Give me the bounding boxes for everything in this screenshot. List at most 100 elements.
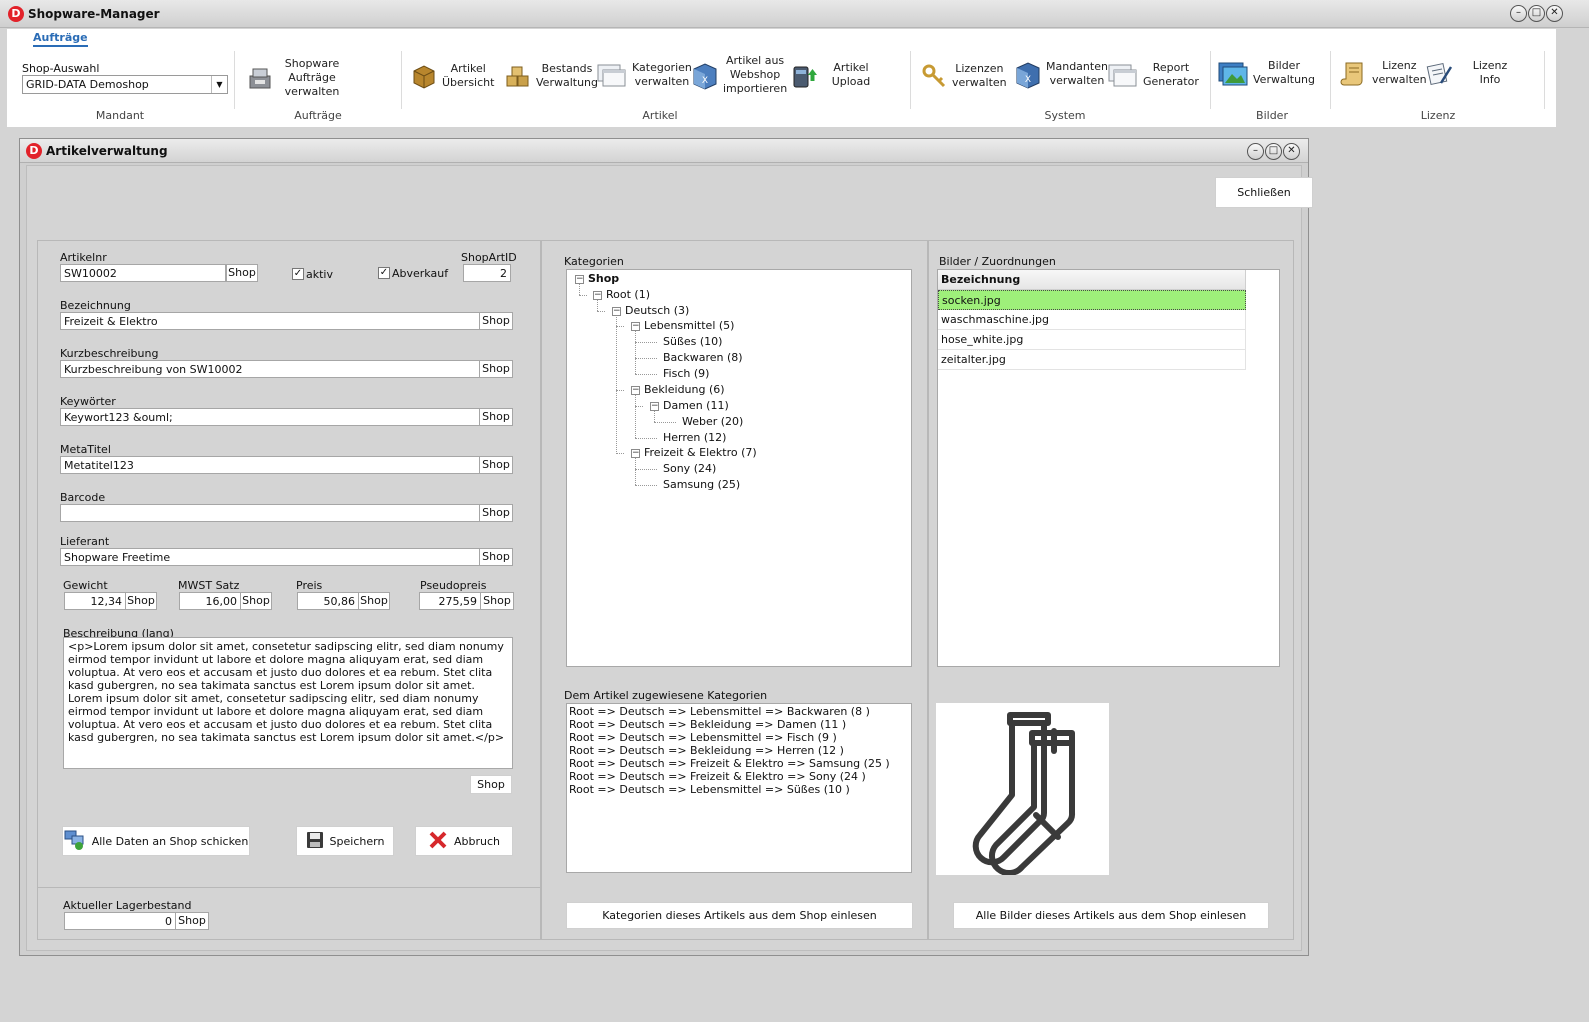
beschreibung-shop-button[interactable]: Shop [470,775,512,794]
tree-toggle-root[interactable]: − [593,291,602,300]
send-all-button[interactable]: Alle Daten an Shop schicken [62,826,250,856]
list-item[interactable]: Root => Deutsch => Freizeit & Elektro =>… [569,770,909,783]
auftraege-verwalten-button[interactable]: Shopware Aufträge verwalten [247,57,345,99]
tree-toggle-deutsch[interactable]: − [612,307,621,316]
list-item[interactable]: Root => Deutsch => Lebensmittel => Süßes… [569,783,909,796]
bezeichnung-field[interactable]: Freizeit & Elektro [60,312,480,330]
tree-node-root[interactable]: Root (1) [606,288,650,301]
assigned-categories-list[interactable]: Root => Deutsch => Lebensmittel => Backw… [566,703,912,873]
metatitel-shop-button[interactable]: Shop [479,456,513,474]
aktiv-checkbox[interactable]: ✓ [292,268,304,280]
tree-toggle-bekleidung[interactable]: − [631,386,640,395]
pseudopreis-shop-button[interactable]: Shop [480,592,514,610]
kurzbeschreibung-field[interactable]: Kurzbeschreibung von SW10002 [60,360,480,378]
scroll-icon [1340,59,1368,87]
barcode-field[interactable] [60,504,480,522]
table-row[interactable]: waschmaschine.jpg [938,310,1246,330]
minimize-icon[interactable]: – [1510,5,1527,22]
tree-node-samsung[interactable]: Samsung (25) [663,478,740,491]
table-row[interactable]: hose_white.jpg [938,330,1246,350]
tree-node-weber[interactable]: Weber (20) [682,415,743,428]
kurzbeschreibung-shop-button[interactable]: Shop [479,360,513,378]
subwindow-minimize-icon[interactable]: – [1247,143,1264,160]
tree-node-bekleidung[interactable]: Bekleidung (6) [644,383,725,396]
article-form-panel: Artikelnr SW10002 Shop ✓ aktiv ✓ Abverka… [37,240,541,940]
tree-node-lebensmittel[interactable]: Lebensmittel (5) [644,319,734,332]
bilder-verwaltung-button[interactable]: Bilder Verwaltung [1217,59,1315,87]
lizenz-info-button[interactable]: Lizenz Info [1425,59,1523,87]
lieferant-shop-button[interactable]: Shop [479,548,513,566]
pseudopreis-field[interactable]: 275,59 [419,592,481,610]
tree-node-backwaren[interactable]: Backwaren (8) [663,351,743,364]
mandanten-verwalten-button[interactable]: X Mandanten verwalten [1014,60,1108,89]
lagerbestand-shop-button[interactable]: Shop [175,912,209,930]
keywoerter-shop-button[interactable]: Shop [479,408,513,426]
maximize-icon[interactable]: □ [1528,5,1545,22]
mwst-field[interactable]: 16,00 [179,592,241,610]
tree-node-sony[interactable]: Sony (24) [663,462,716,475]
read-images-button[interactable]: Alle Bilder dieses Artikels aus dem Shop… [953,902,1269,929]
bestands-verwaltung-button[interactable]: Bestands Verwaltung [504,62,598,90]
tree-node-deutsch[interactable]: Deutsch (3) [625,304,689,317]
artikelnr-shop-button[interactable]: Shop [226,264,258,282]
tree-node-herren[interactable]: Herren (12) [663,431,726,444]
bezeichnung-shop-button[interactable]: Shop [479,312,513,330]
auftraege-verwalten-label: Shopware Aufträge verwalten [284,57,340,98]
tree-toggle-shop[interactable]: − [575,275,584,284]
close-icon[interactable]: ✕ [1546,5,1563,22]
shop-select[interactable]: GRID-DATA Demoshop ▼ [22,75,228,94]
artikel-upload-button[interactable]: Artikel Upload [791,61,879,89]
lizenz-verwalten-button[interactable]: Lizenz verwalten [1340,59,1427,87]
gewicht-shop-button[interactable]: Shop [125,592,157,610]
column-header-bezeichnung[interactable]: Bezeichnung [938,270,1246,290]
save-label: Speichern [329,834,385,848]
list-item[interactable]: Root => Deutsch => Bekleidung => Damen (… [569,718,909,731]
tab-auftraege[interactable]: Aufträge [33,31,88,47]
artikelnr-field[interactable]: SW10002 [60,264,226,282]
lagerbestand-field[interactable]: 0 [64,912,176,930]
tree-node-fisch[interactable]: Fisch (9) [663,367,709,380]
list-item[interactable]: Root => Deutsch => Lebensmittel => Backw… [569,705,909,718]
close-button[interactable]: Schließen [1215,177,1313,208]
list-item[interactable]: Root => Deutsch => Lebensmittel => Fisch… [569,731,909,744]
tree-node-freizeit[interactable]: Freizeit & Elektro (7) [644,446,757,459]
tree-node-suesses[interactable]: Süßes (10) [663,335,722,348]
subwindow-close-icon[interactable]: ✕ [1283,143,1300,160]
subwindow-maximize-icon[interactable]: □ [1265,143,1282,160]
cancel-button[interactable]: Abbruch [415,826,513,856]
artikel-uebersicht-button[interactable]: Artikel Übersicht [410,62,494,90]
kategorien-verwalten-button[interactable]: Kategorien verwalten [596,61,692,89]
abverkauf-checkbox[interactable]: ✓ [378,267,390,279]
barcode-shop-button[interactable]: Shop [479,504,513,522]
category-tree[interactable]: − Shop − Root (1) − Deutsch (3) − Lebens… [566,269,912,667]
beschreibung-textarea[interactable]: <p>Lorem ipsum dolor sit amet, consetetu… [63,637,513,769]
tree-node-damen[interactable]: Damen (11) [663,399,729,412]
table-row[interactable]: socken.jpg [938,290,1246,310]
group-label-lizenz: Lizenz [1420,109,1456,122]
table-row[interactable]: zeitalter.jpg [938,350,1246,370]
gewicht-field[interactable]: 12,34 [64,592,126,610]
bestands-verwaltung-label: Bestands Verwaltung [536,62,598,89]
preis-field[interactable]: 50,86 [297,592,359,610]
chevron-down-icon[interactable]: ▼ [211,76,227,93]
read-categories-button[interactable]: Kategorien dieses Artikels aus dem Shop … [566,902,913,929]
svg-text:X: X [702,76,708,86]
lieferant-field[interactable]: Shopware Freetime [60,548,480,566]
metatitel-field[interactable]: Metatitel123 [60,456,480,474]
mwst-shop-button[interactable]: Shop [240,592,272,610]
list-item[interactable]: Root => Deutsch => Bekleidung => Herren … [569,744,909,757]
artikel-importieren-button[interactable]: X Artikel aus Webshop importieren [691,54,787,96]
ribbon-separator [1330,51,1331,109]
tree-toggle-freizeit[interactable]: − [631,449,640,458]
save-button[interactable]: Speichern [296,826,394,856]
tree-toggle-lebensmittel[interactable]: − [631,322,640,331]
tree-node-shop[interactable]: Shop [588,272,619,285]
keywoerter-field[interactable]: Keywort123 &ouml; [60,408,480,426]
shopartid-field[interactable]: 2 [463,264,511,282]
preis-shop-button[interactable]: Shop [358,592,390,610]
tree-toggle-damen[interactable]: − [650,402,659,411]
keywoerter-label: Keywörter [60,395,116,408]
lizenzen-verwalten-button[interactable]: Lizenzen verwalten [920,62,1007,90]
list-item[interactable]: Root => Deutsch => Freizeit & Elektro =>… [569,757,909,770]
report-generator-button[interactable]: Report Generator [1107,61,1199,89]
